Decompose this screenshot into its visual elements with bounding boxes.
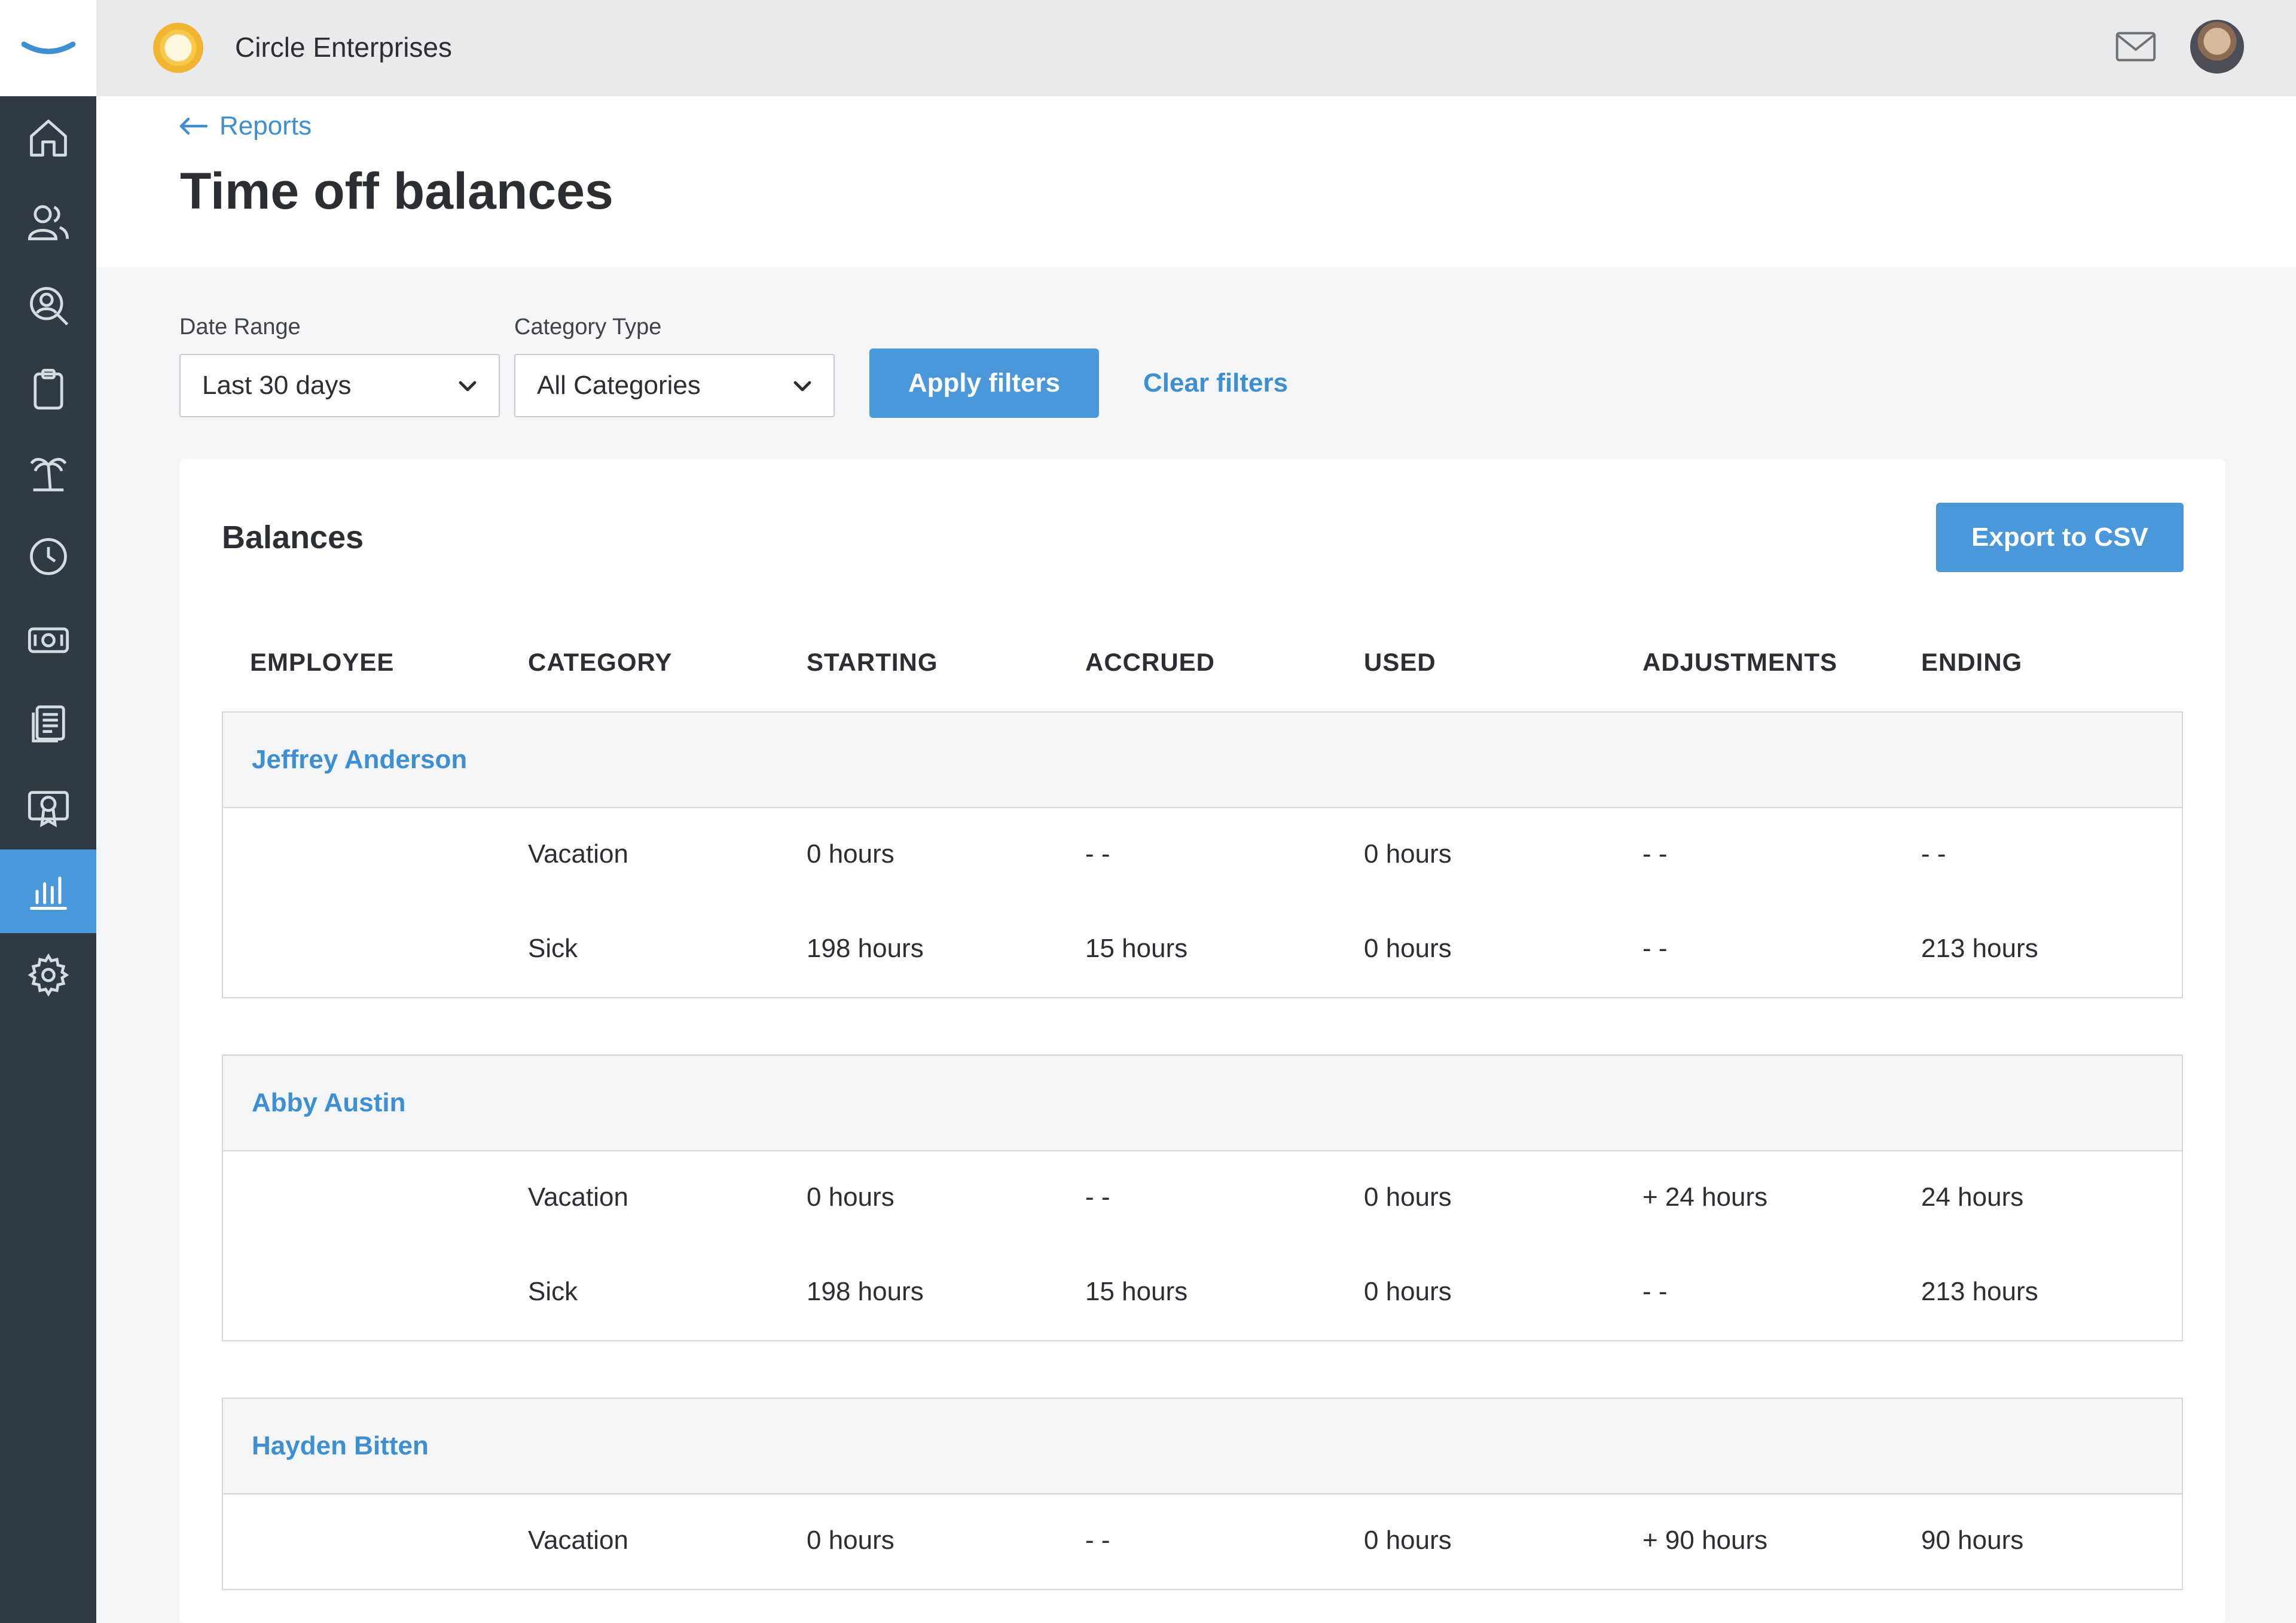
used-cell: 0 hours xyxy=(1364,839,1452,869)
column-header-employee: EMPLOYEE xyxy=(250,648,395,676)
back-to-reports-link[interactable]: Reports xyxy=(178,111,312,141)
accrued-cell: 15 hours xyxy=(1085,934,1188,963)
column-header-ending: ENDING xyxy=(1921,648,2023,676)
adjustments-cell: + 90 hours xyxy=(1642,1526,1768,1555)
app-logo-icon xyxy=(21,41,75,54)
table-row: Vacation 0 hours - - 0 hours - - - - xyxy=(223,808,2182,903)
employee-name-link[interactable]: Hayden Bitten xyxy=(252,1431,429,1461)
date-range-select[interactable]: Last 30 days xyxy=(179,354,500,417)
clock-icon xyxy=(29,538,67,575)
employee-group: Jeffrey Anderson Vacation 0 hours - - 0 … xyxy=(222,711,2183,998)
user-search-icon xyxy=(29,287,68,326)
column-header-category: CATEGORY xyxy=(528,648,673,676)
sidebar-item-home[interactable] xyxy=(0,96,96,180)
category-type-label: Category Type xyxy=(514,314,662,340)
page-title: Time off balances xyxy=(180,163,613,220)
column-header-accrued: ACCRUED xyxy=(1085,648,1215,676)
organization-name: Circle Enterprises xyxy=(235,32,452,63)
ending-cell: 213 hours xyxy=(1921,1277,2038,1306)
adjustments-cell: - - xyxy=(1642,1277,1668,1306)
column-header-adjustments: ADJUSTMENTS xyxy=(1642,648,1838,676)
sidebar-item-documents[interactable] xyxy=(0,682,96,766)
ending-cell: - - xyxy=(1921,839,1946,869)
topbar: Circle Enterprises xyxy=(96,0,2296,96)
sidebar-item-reports[interactable] xyxy=(0,849,96,933)
clear-filters-button[interactable]: Clear filters xyxy=(1143,368,1288,398)
accrued-cell: 15 hours xyxy=(1085,1277,1188,1306)
date-range-label: Date Range xyxy=(179,314,301,340)
category-type-select[interactable]: All Categories xyxy=(514,354,835,417)
sidebar-item-people[interactable] xyxy=(0,180,96,264)
category-cell: Sick xyxy=(528,1277,578,1306)
employee-name-link[interactable]: Jeffrey Anderson xyxy=(252,745,467,775)
sidebar-item-payroll[interactable] xyxy=(0,598,96,682)
column-header-used: USED xyxy=(1364,648,1436,676)
table-row: Vacation 0 hours - - 0 hours + 90 hours … xyxy=(223,1494,2182,1589)
sidebar-item-certifications[interactable] xyxy=(0,766,96,849)
category-cell: Vacation xyxy=(528,1182,628,1212)
balances-title: Balances xyxy=(222,519,364,555)
category-cell: Vacation xyxy=(528,1526,628,1555)
home-icon xyxy=(29,120,67,157)
used-cell: 0 hours xyxy=(1364,1526,1452,1555)
employee-group: Abby Austin Vacation 0 hours - - 0 hours… xyxy=(222,1055,2183,1341)
adjustments-cell: - - xyxy=(1642,934,1668,963)
category-cell: Vacation xyxy=(528,839,628,869)
accrued-cell: - - xyxy=(1085,1182,1110,1212)
used-cell: 0 hours xyxy=(1364,1182,1452,1212)
used-cell: 0 hours xyxy=(1364,1277,1452,1306)
category-cell: Sick xyxy=(528,934,578,963)
palm-tree-icon xyxy=(30,458,66,491)
starting-cell: 198 hours xyxy=(807,934,924,963)
table-row: Sick 198 hours 15 hours 0 hours - - 213 … xyxy=(223,903,2182,997)
sidebar-item-user-search[interactable] xyxy=(0,264,96,347)
apply-filters-button[interactable]: Apply filters xyxy=(869,349,1099,418)
ending-cell: 90 hours xyxy=(1921,1526,2024,1555)
adjustments-cell: - - xyxy=(1642,839,1668,869)
ending-cell: 213 hours xyxy=(1921,934,2038,963)
avatar[interactable] xyxy=(2190,20,2244,74)
accrued-cell: - - xyxy=(1085,839,1110,869)
starting-cell: 0 hours xyxy=(807,839,894,869)
page-header: Reports Time off balances xyxy=(96,96,2296,267)
clipboard-icon xyxy=(33,368,63,410)
money-icon xyxy=(28,627,69,653)
back-link-label: Reports xyxy=(219,111,312,140)
table-row: Vacation 0 hours - - 0 hours + 24 hours … xyxy=(223,1151,2182,1246)
starting-cell: 0 hours xyxy=(807,1526,894,1555)
sidebar-item-clipboard[interactable] xyxy=(0,347,96,431)
reports-chart-icon xyxy=(29,876,67,910)
table-row: Sick 198 hours 15 hours 0 hours - - 213 … xyxy=(223,1246,2182,1340)
arrow-left-icon xyxy=(179,117,208,135)
documents-icon xyxy=(31,705,65,742)
sidebar-item-time-off[interactable] xyxy=(0,431,96,515)
gear-icon xyxy=(28,953,69,997)
organization-logo xyxy=(153,23,203,73)
export-csv-button[interactable]: Export to CSV xyxy=(1936,503,2184,572)
people-icon xyxy=(28,205,69,240)
certificate-icon xyxy=(28,791,69,827)
sidebar xyxy=(0,0,96,1623)
starting-cell: 0 hours xyxy=(807,1182,894,1212)
used-cell: 0 hours xyxy=(1364,934,1452,963)
employee-group-header: Hayden Bitten xyxy=(223,1399,2182,1494)
mail-icon[interactable] xyxy=(2115,29,2157,65)
sidebar-item-settings[interactable] xyxy=(0,933,96,1017)
date-range-value: Last 30 days xyxy=(202,371,352,400)
adjustments-cell: + 24 hours xyxy=(1642,1182,1768,1212)
employee-name-link[interactable]: Abby Austin xyxy=(252,1088,405,1118)
balances-card: Balances Export to CSV EMPLOYEE CATEGORY… xyxy=(179,459,2225,1623)
chevron-down-icon xyxy=(459,381,477,392)
employee-group: Hayden Bitten Vacation 0 hours - - 0 hou… xyxy=(222,1398,2183,1590)
chevron-down-icon xyxy=(793,381,811,392)
column-header-starting: STARTING xyxy=(807,648,938,676)
app-logo[interactable] xyxy=(0,0,96,96)
ending-cell: 24 hours xyxy=(1921,1182,2024,1212)
category-type-value: All Categories xyxy=(537,371,701,400)
sidebar-item-time-tracking[interactable] xyxy=(0,515,96,598)
employee-group-header: Abby Austin xyxy=(223,1056,2182,1151)
accrued-cell: - - xyxy=(1085,1526,1110,1555)
employee-group-header: Jeffrey Anderson xyxy=(223,713,2182,808)
starting-cell: 198 hours xyxy=(807,1277,924,1306)
